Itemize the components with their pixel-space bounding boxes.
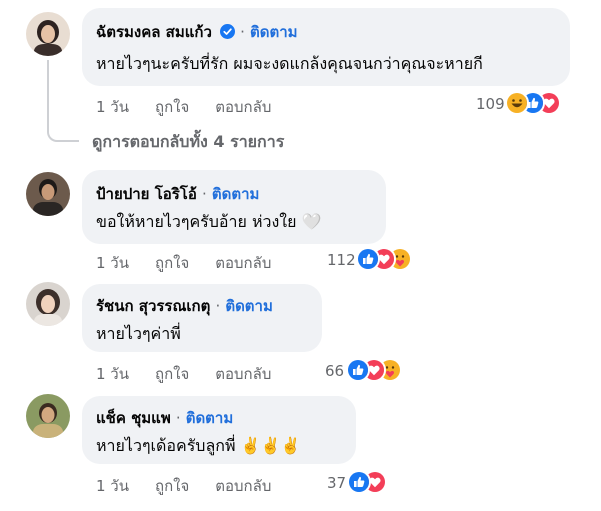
timestamp[interactable]: 1 วัน: [96, 362, 129, 386]
author-name[interactable]: แช็ค ชุมแพ: [96, 409, 171, 427]
reply-action[interactable]: ตอบกลับ: [215, 95, 271, 119]
comment-text: หายไวๆนะครับที่รัก ผมจะงดแกล้งคุณจนกว่าค…: [96, 54, 483, 73]
comment-actions: 1 วัน ถูกใจ ตอบกลับ: [96, 362, 297, 386]
comment-header: ป้ายปาย โอริโอ้ · ติดตาม: [96, 182, 259, 206]
comment-text: ขอให้หายไวๆครับอ้าย ห่วงใย 🤍: [96, 210, 322, 235]
author-name[interactable]: รัชนก สุวรรณเกตุ: [96, 297, 210, 315]
follow-link[interactable]: ติดตาม: [186, 409, 234, 427]
comment-actions: 1 วัน ถูกใจ ตอบกลับ: [96, 251, 297, 275]
victory-hand-emoji: ✌️✌️✌️: [240, 436, 301, 455]
separator-dot: ·: [175, 409, 181, 427]
reply-action[interactable]: ตอบกลับ: [215, 251, 271, 275]
avatar[interactable]: [26, 12, 70, 56]
reply-action[interactable]: ตอบกลับ: [215, 474, 271, 498]
like-action[interactable]: ถูกใจ: [155, 95, 189, 119]
follow-link[interactable]: ติดตาม: [225, 297, 273, 315]
thread-line: [47, 60, 79, 142]
follow-link[interactable]: ติดตาม: [212, 185, 260, 203]
comment-text-content: ขอให้หายไวๆครับอ้าย ห่วงใย: [96, 212, 297, 231]
avatar[interactable]: [26, 172, 70, 216]
reaction-summary[interactable]: [346, 358, 416, 382]
author-name[interactable]: ฉัตรมงคล สมแก้ว: [96, 23, 212, 41]
reply-action[interactable]: ตอบกลับ: [215, 362, 271, 386]
separator-dot: ·: [201, 185, 207, 203]
avatar[interactable]: [26, 394, 70, 438]
comment-text: หายไวๆค่าพี่: [96, 324, 181, 343]
separator-dot: ·: [215, 297, 221, 315]
reaction-summary[interactable]: [347, 470, 397, 494]
reaction-count[interactable]: 37: [327, 474, 346, 492]
haha-icon: [505, 91, 529, 115]
verified-badge-icon: [220, 24, 235, 43]
comment-actions: 1 วัน ถูกใจ ตอบกลับ: [96, 474, 297, 498]
reaction-count[interactable]: 66: [325, 362, 344, 380]
like-icon: [347, 470, 371, 494]
reaction-count[interactable]: 109: [476, 95, 505, 113]
like-action[interactable]: ถูกใจ: [155, 251, 189, 275]
view-more-replies-link[interactable]: ดูการตอบกลับทั้ง 4 รายการ: [92, 130, 284, 155]
reaction-summary[interactable]: [505, 91, 575, 115]
like-icon: [346, 358, 370, 382]
follow-link[interactable]: ติดตาม: [250, 23, 298, 41]
comment-header: แช็ค ชุมแพ · ติดตาม: [96, 406, 233, 430]
comment-actions: 1 วัน ถูกใจ ตอบกลับ: [96, 95, 297, 119]
timestamp[interactable]: 1 วัน: [96, 95, 129, 119]
like-icon: [356, 247, 380, 271]
comment-header: รัชนก สุวรรณเกตุ · ติดตาม: [96, 294, 273, 318]
author-name[interactable]: ป้ายปาย โอริโอ้: [96, 185, 197, 203]
comment-header: ฉัตรมงคล สมแก้ว · ติดตาม: [96, 20, 298, 44]
timestamp[interactable]: 1 วัน: [96, 474, 129, 498]
reaction-count[interactable]: 112: [327, 251, 356, 269]
like-action[interactable]: ถูกใจ: [155, 474, 189, 498]
comment-text-content: หายไวๆเด้อครับลูกพี่: [96, 436, 236, 455]
like-action[interactable]: ถูกใจ: [155, 362, 189, 386]
reaction-summary[interactable]: [356, 247, 426, 271]
timestamp[interactable]: 1 วัน: [96, 251, 129, 275]
comment-text: หายไวๆเด้อครับลูกพี่ ✌️✌️✌️: [96, 434, 300, 459]
separator-dot: ·: [240, 23, 245, 41]
avatar[interactable]: [26, 282, 70, 326]
white-heart-emoji: 🤍: [301, 212, 322, 231]
